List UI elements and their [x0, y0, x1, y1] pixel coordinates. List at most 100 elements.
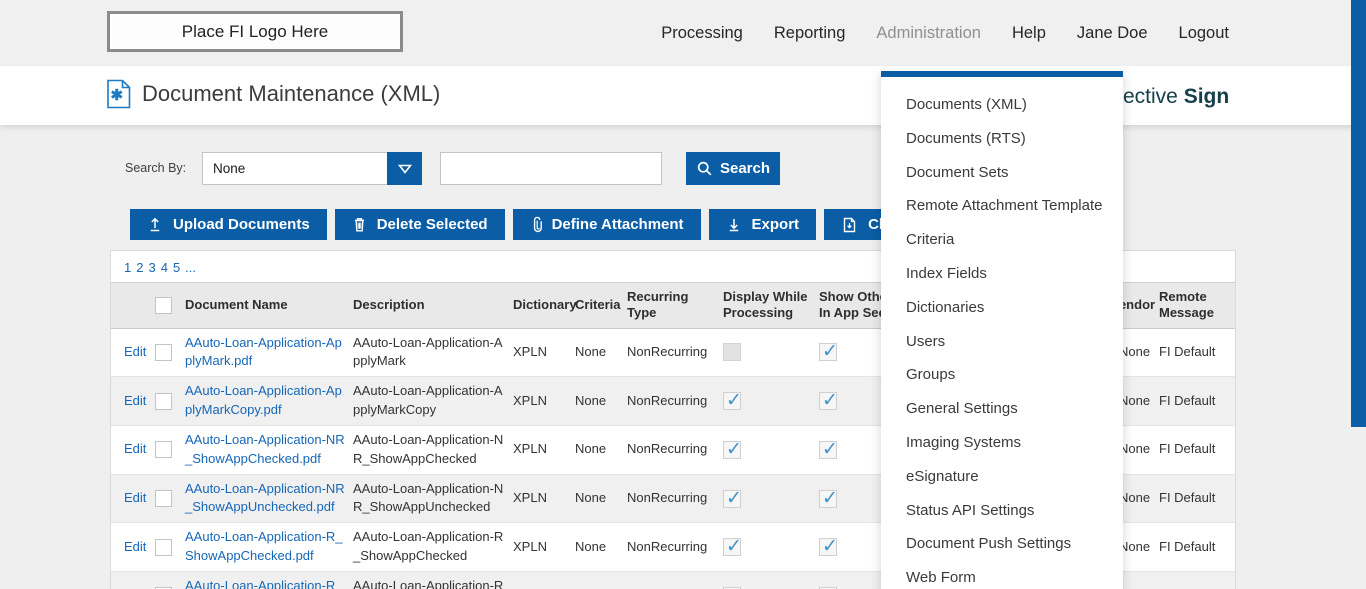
- page-title-wrap: ✱ Document Maintenance (XML): [106, 79, 440, 109]
- document-name-link[interactable]: AAuto-Loan-Application-R_ShowAppUnchecke…: [183, 571, 351, 589]
- recurring-type-cell: NonRecurring: [625, 474, 721, 523]
- menu-item-document-sets[interactable]: Document Sets: [881, 156, 1123, 190]
- description-cell: AAuto-Loan-Application-NR_ShowAppChecked: [351, 425, 511, 474]
- checked-checkbox[interactable]: ✓: [819, 490, 837, 508]
- checked-checkbox[interactable]: ✓: [819, 343, 837, 361]
- administration-dropdown-menu: Documents (XML)Documents (RTS)Document S…: [881, 71, 1123, 589]
- remote-message-cell: FI Default: [1157, 328, 1235, 377]
- page-link-4[interactable]: 4: [161, 260, 168, 275]
- document-name-link[interactable]: AAuto-Loan-Application-ApplyMarkCopy.pdf: [183, 377, 351, 426]
- row-select-checkbox[interactable]: [155, 441, 172, 458]
- unchecked-checkbox[interactable]: [723, 343, 741, 361]
- checked-checkbox[interactable]: ✓: [723, 441, 741, 459]
- delete-selected-button[interactable]: Delete Selected: [335, 209, 505, 240]
- edit-link[interactable]: Edit: [111, 377, 153, 426]
- nav-item-help[interactable]: Help: [1012, 24, 1046, 43]
- checkmark-icon: ✓: [726, 485, 742, 513]
- document-name-link[interactable]: AAuto-Loan-Application-NR_ShowAppChecked…: [183, 425, 351, 474]
- nav-item-administration[interactable]: Administration: [876, 24, 981, 43]
- menu-item-esignature[interactable]: eSignature: [881, 460, 1123, 494]
- description-cell: AAuto-Loan-Application-R_ShowAppChecked: [351, 523, 511, 572]
- export-button[interactable]: Export: [709, 209, 817, 240]
- criteria-cell: None: [573, 474, 625, 523]
- menu-item-general-settings[interactable]: General Settings: [881, 392, 1123, 426]
- row-select-cell: [153, 328, 183, 377]
- brand-text-regular: ective: [1123, 85, 1184, 108]
- menu-item-remote-attachment-template[interactable]: Remote Attachment Template: [881, 189, 1123, 223]
- header-select-all: [153, 283, 183, 329]
- menu-item-status-api-settings[interactable]: Status API Settings: [881, 494, 1123, 528]
- row-select-checkbox[interactable]: [155, 344, 172, 361]
- upload-documents-label: Upload Documents: [173, 216, 310, 233]
- checkmark-icon: ✓: [726, 533, 742, 561]
- edit-link[interactable]: Edit: [111, 425, 153, 474]
- page-link-5[interactable]: 5: [173, 260, 180, 275]
- checked-checkbox[interactable]: ✓: [819, 441, 837, 459]
- dictionary-cell: XPLN: [511, 425, 573, 474]
- nav-item-processing[interactable]: Processing: [661, 24, 743, 43]
- recurring-type-cell: NonRecurring: [625, 377, 721, 426]
- menu-item-documents-rts[interactable]: Documents (RTS): [881, 122, 1123, 156]
- remote-message-cell: FI Default: [1157, 377, 1235, 426]
- menu-item-groups[interactable]: Groups: [881, 358, 1123, 392]
- recurring-type-cell: NonRecurring: [625, 328, 721, 377]
- remote-message-cell: FI Default: [1157, 523, 1235, 572]
- display-while-processing-cell: ✓: [721, 425, 817, 474]
- scrollbar-thumb[interactable]: [1351, 0, 1366, 427]
- row-select-checkbox[interactable]: [155, 393, 172, 410]
- checked-checkbox[interactable]: ✓: [723, 538, 741, 556]
- edit-link[interactable]: Edit: [111, 474, 153, 523]
- dictionary-cell: XPLN: [511, 328, 573, 377]
- menu-item-documents-xml[interactable]: Documents (XML): [881, 88, 1123, 122]
- row-select-cell: [153, 377, 183, 426]
- document-name-link[interactable]: AAuto-Loan-Application-NR_ShowAppUncheck…: [183, 474, 351, 523]
- menu-item-criteria[interactable]: Criteria: [881, 223, 1123, 257]
- menu-item-list: Documents (XML)Documents (RTS)Document S…: [881, 77, 1123, 589]
- chevron-down-icon[interactable]: [387, 152, 422, 185]
- description-cell: AAuto-Loan-Application-NR_ShowAppUncheck…: [351, 474, 511, 523]
- edit-link[interactable]: Edit: [111, 571, 153, 589]
- page-link-more[interactable]: ...: [185, 260, 196, 275]
- menu-item-web-form[interactable]: Web Form: [881, 561, 1123, 589]
- menu-item-document-push-settings[interactable]: Document Push Settings: [881, 527, 1123, 561]
- menu-item-users[interactable]: Users: [881, 325, 1123, 359]
- checkmark-icon: ✓: [822, 387, 838, 415]
- checked-checkbox[interactable]: ✓: [723, 392, 741, 410]
- search-input[interactable]: [440, 152, 662, 185]
- header-criteria: Criteria: [573, 283, 625, 329]
- checkmark-icon: ✓: [726, 387, 742, 415]
- checked-checkbox[interactable]: ✓: [819, 538, 837, 556]
- document-name-link[interactable]: AAuto-Loan-Application-R_ShowAppChecked.…: [183, 523, 351, 572]
- row-select-checkbox[interactable]: [155, 539, 172, 556]
- header-remote-message: Remote Message: [1157, 283, 1235, 329]
- nav-item-logout[interactable]: Logout: [1179, 24, 1229, 43]
- search-by-select[interactable]: None: [202, 152, 422, 185]
- page-link-2[interactable]: 2: [136, 260, 143, 275]
- top-bar: Place FI Logo Here ProcessingReportingAd…: [0, 0, 1366, 66]
- menu-item-index-fields[interactable]: Index Fields: [881, 257, 1123, 291]
- dictionary-cell: XPLN: [511, 523, 573, 572]
- header-document-name: Document Name: [183, 283, 351, 329]
- checked-checkbox[interactable]: ✓: [723, 490, 741, 508]
- page-link-1[interactable]: 1: [124, 260, 131, 275]
- row-select-checkbox[interactable]: [155, 490, 172, 507]
- checked-checkbox[interactable]: ✓: [819, 392, 837, 410]
- define-attachment-button[interactable]: Define Attachment: [513, 209, 701, 240]
- edit-link[interactable]: Edit: [111, 328, 153, 377]
- menu-item-dictionaries[interactable]: Dictionaries: [881, 291, 1123, 325]
- recurring-type-cell: NonRecurring: [625, 571, 721, 589]
- criteria-cell: None: [573, 328, 625, 377]
- page-title: Document Maintenance (XML): [142, 81, 440, 107]
- dictionary-cell: XPLN: [511, 474, 573, 523]
- xml-document-icon: ✱: [106, 79, 131, 109]
- upload-documents-button[interactable]: Upload Documents: [130, 209, 327, 240]
- nav-item-jane-doe[interactable]: Jane Doe: [1077, 24, 1148, 43]
- search-button[interactable]: Search: [686, 152, 780, 185]
- document-name-link[interactable]: AAuto-Loan-Application-ApplyMark.pdf: [183, 328, 351, 377]
- nav-item-reporting[interactable]: Reporting: [774, 24, 846, 43]
- menu-item-imaging-systems[interactable]: Imaging Systems: [881, 426, 1123, 460]
- page-link-3[interactable]: 3: [148, 260, 155, 275]
- edit-link[interactable]: Edit: [111, 523, 153, 572]
- checkmark-icon: ✓: [726, 582, 742, 589]
- select-all-checkbox[interactable]: [155, 297, 172, 314]
